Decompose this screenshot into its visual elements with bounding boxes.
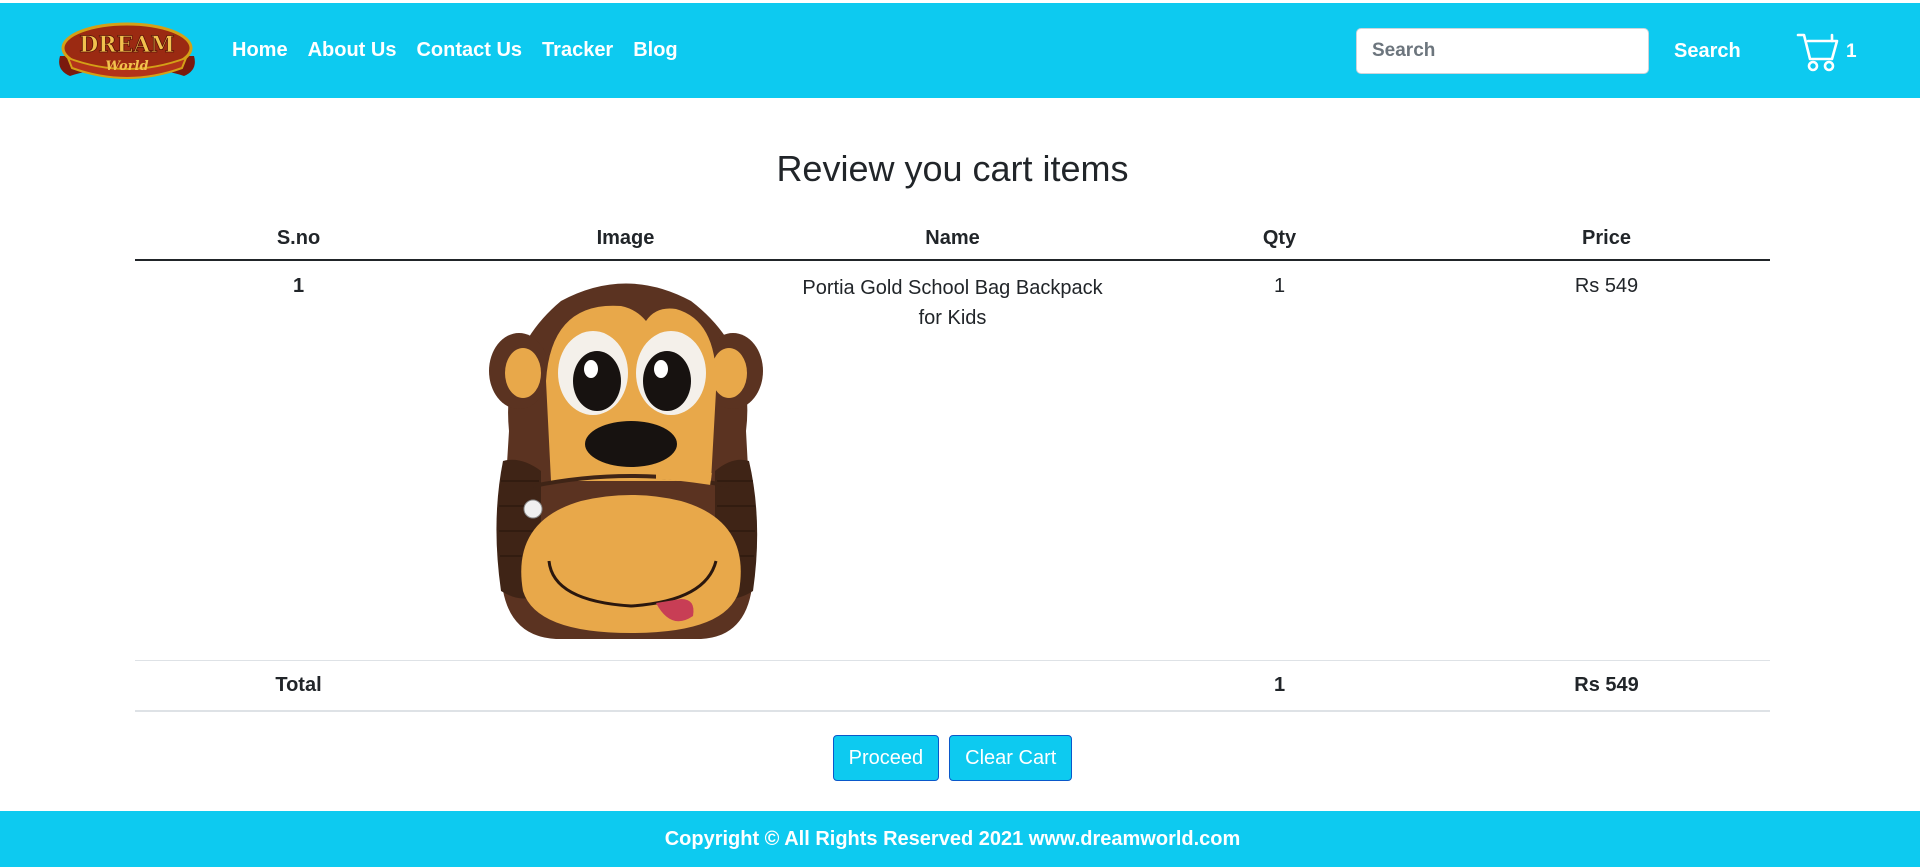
column-header-name: Name (789, 218, 1116, 261)
cell-name: Portia Gold School Bag Backpack for Kids (789, 260, 1116, 661)
column-header-image: Image (462, 218, 789, 261)
table-header-row: S.no Image Name Qty Price (135, 218, 1770, 261)
cell-sno: 1 (135, 260, 462, 661)
cell-qty: 1 (1116, 260, 1443, 661)
page-title: Review you cart items (776, 148, 1129, 189)
cart-count-badge: 1 (1846, 41, 1857, 62)
cart-actions: Proceed Clear Cart (0, 735, 1905, 781)
search-button[interactable]: Search (1660, 28, 1755, 74)
cell-price: Rs 549 (1443, 260, 1770, 661)
proceed-button[interactable]: Proceed (832, 735, 940, 781)
total-price: Rs 549 (1443, 660, 1770, 712)
nav-link-blog[interactable]: Blog (633, 39, 677, 62)
total-empty-image (462, 660, 789, 712)
nav-links: Home About Us Contact Us Tracker Blog (232, 3, 678, 98)
total-empty-name (789, 660, 1116, 712)
column-header-sno: S.no (135, 218, 462, 261)
footer: Copyright © All Rights Reserved 2021 www… (0, 811, 1920, 867)
clear-cart-button[interactable]: Clear Cart (949, 735, 1073, 781)
brand-logo[interactable]: DREAM World (52, 18, 202, 84)
nav-link-home[interactable]: Home (232, 39, 288, 62)
total-label: Total (135, 660, 462, 712)
table-row: 1 Portia Gold School Bag Backpack for Ki… (135, 260, 1770, 661)
nav-link-contact-us[interactable]: Contact Us (416, 39, 522, 62)
svg-text:World: World (105, 59, 148, 74)
total-qty: 1 (1116, 660, 1443, 712)
shopping-cart-icon (1796, 31, 1840, 78)
cell-image (462, 260, 789, 661)
cart-link[interactable]: 1 (1796, 31, 1857, 78)
svg-text:DREAM: DREAM (79, 32, 175, 58)
copyright-text: Copyright © All Rights Reserved 2021 www… (664, 827, 1241, 850)
search-input[interactable] (1356, 28, 1649, 74)
column-header-price: Price (1443, 218, 1770, 261)
cart-table: S.no Image Name Qty Price 1 Portia Gold … (135, 218, 1770, 712)
navbar: DREAM World Home About Us Contact Us Tra… (0, 3, 1920, 98)
nav-link-about-us[interactable]: About Us (308, 39, 397, 62)
column-header-qty: Qty (1116, 218, 1443, 261)
nav-link-tracker[interactable]: Tracker (542, 39, 613, 62)
monkey-backpack-image (471, 261, 781, 646)
total-row: Total 1 Rs 549 (135, 660, 1770, 712)
